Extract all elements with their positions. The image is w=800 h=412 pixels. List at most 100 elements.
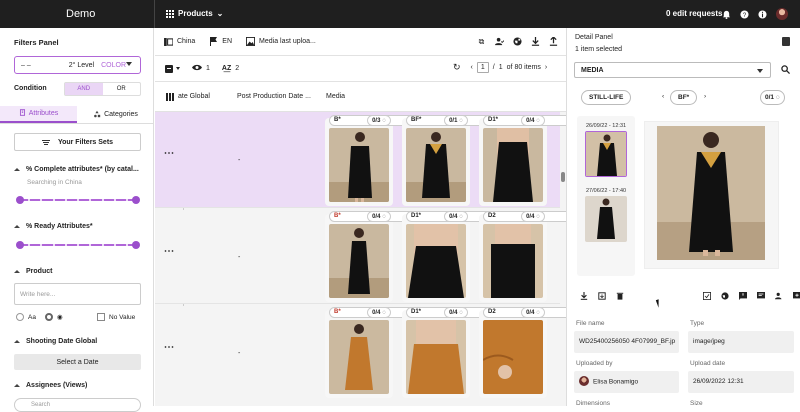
tab-attributes[interactable]: Attributes xyxy=(0,106,77,123)
media-preview[interactable] xyxy=(644,121,779,269)
assignees-section[interactable]: Assignees (Views) xyxy=(14,382,87,389)
media-card[interactable]: D1* 0/4 ◌ xyxy=(402,211,560,302)
edit-requests[interactable]: 0 edit requests xyxy=(666,9,722,18)
media-card[interactable]: D2 0/4 ◌ xyxy=(479,307,637,398)
ready-attributes-slider[interactable] xyxy=(16,241,140,249)
filters-sets-button[interactable]: Your Filters Sets xyxy=(14,133,141,151)
upload-date-label: Upload date xyxy=(690,360,726,367)
condition-and-button[interactable]: AND xyxy=(65,83,103,95)
user-avatar[interactable] xyxy=(776,8,788,20)
case-sensitive-radio[interactable] xyxy=(16,313,24,321)
prev-page-icon[interactable]: ‹ xyxy=(471,64,473,71)
detail-panel-title: Detail Panel xyxy=(575,34,613,41)
country-selector[interactable]: China xyxy=(164,37,195,46)
globe-icon[interactable] xyxy=(513,37,522,46)
product-input[interactable]: Write here... xyxy=(14,283,141,305)
post-production-cell: - xyxy=(238,157,241,164)
select-all-dropdown[interactable] xyxy=(165,64,180,73)
add-comment-icon[interactable] xyxy=(793,292,800,302)
search-icon[interactable] xyxy=(781,65,790,76)
chevron-up-icon xyxy=(14,384,20,387)
next-page-icon[interactable]: › xyxy=(545,64,547,71)
report-icon[interactable] xyxy=(739,292,747,302)
comment-icon[interactable] xyxy=(757,292,765,302)
thumbnail[interactable] xyxy=(585,196,627,242)
media-card[interactable]: B* 0/4 ◌ xyxy=(325,307,483,398)
media-type-select[interactable]: MEDIA xyxy=(574,62,771,78)
assignees-search-input[interactable]: Search xyxy=(14,398,141,412)
product-section[interactable]: Product xyxy=(14,268,52,275)
media-card[interactable]: B* 0/4 ◌ xyxy=(325,211,483,302)
media-card[interactable]: BF* 0/1 ◌ xyxy=(402,115,560,206)
slider-max-handle[interactable] xyxy=(132,196,140,204)
exact-match-radio[interactable] xyxy=(44,313,53,321)
delete-icon[interactable] xyxy=(616,292,624,302)
table-row[interactable]: ⋮ - B* 0/3 ◌ BF* 0/1 ◌ D1* 0/4 ◌ xyxy=(155,112,637,208)
slider-min-handle[interactable] xyxy=(16,196,24,204)
row-menu-icon[interactable]: ⋮ xyxy=(163,246,174,255)
table-scrollbar[interactable] xyxy=(561,112,565,406)
complete-attributes-slider[interactable] xyxy=(16,196,140,204)
views-counter[interactable]: 1 xyxy=(192,64,210,73)
notifications-bell-icon[interactable] xyxy=(722,10,731,19)
media-card[interactable]: D2 0/4 ◌ xyxy=(479,211,637,302)
level-color-select[interactable]: – – 2° Level COLOR xyxy=(14,56,141,74)
still-life-pill[interactable]: STILL-LIFE xyxy=(581,90,632,105)
scrollbar-thumb[interactable] xyxy=(561,172,565,182)
assign-user-icon[interactable] xyxy=(495,37,504,46)
column-settings-icon[interactable] xyxy=(166,93,174,103)
refresh-icon[interactable]: ↻ xyxy=(453,62,461,73)
download-icon[interactable] xyxy=(531,37,540,46)
shot-count: 0/1 xyxy=(765,94,775,101)
shot-tag-pill[interactable]: BF* xyxy=(670,90,698,105)
media-card[interactable]: B* 0/3 ◌ xyxy=(325,115,483,206)
column-header-shooting[interactable]: ate Global xyxy=(178,93,210,100)
help-icon[interactable]: ? xyxy=(740,9,749,19)
products-nav-button[interactable]: Products ⌄ xyxy=(166,9,223,18)
language-selector[interactable]: EN xyxy=(209,37,232,46)
media-card[interactable]: D1* 0/4 ◌ xyxy=(479,115,637,206)
post-production-cell: - xyxy=(238,254,241,261)
table-row[interactable]: ⋮ - B* 0/4 ◌ D1* 0/4 ◌ D2 0/4 ◌ xyxy=(155,210,637,304)
sort-counter[interactable]: A͟Z 2 xyxy=(222,65,239,72)
row-menu-icon[interactable]: ⋮ xyxy=(163,342,174,351)
globe-icon[interactable] xyxy=(721,292,729,302)
progress-ring-icon: ◌ xyxy=(536,213,540,220)
upload-icon[interactable] xyxy=(549,37,558,46)
media-sort-selector[interactable]: Media last uploa... xyxy=(246,37,316,46)
detail-panel-subtitle: 1 item selected xyxy=(575,46,623,53)
select-date-button[interactable]: Select a Date xyxy=(14,354,141,370)
thumbnail-selected[interactable] xyxy=(585,131,627,177)
download-icon[interactable] xyxy=(580,292,588,302)
column-header-post-production[interactable]: Post Production Date ... xyxy=(237,93,311,100)
slider-min-handle[interactable] xyxy=(16,241,24,249)
table-row[interactable]: ⋮ - B* 0/4 ◌ D1* 0/4 ◌ D2 0/4 ◌ xyxy=(155,306,637,406)
page-number-input[interactable]: 1 xyxy=(476,62,489,73)
info-icon[interactable] xyxy=(758,9,767,19)
assign-user-icon[interactable] xyxy=(775,292,783,302)
document-icon[interactable] xyxy=(782,37,790,46)
uploaded-by-field: Elisa Bonamigo xyxy=(574,371,679,393)
column-header-media[interactable]: Media xyxy=(326,93,345,100)
thumbnail-date: 26/09/22 - 12:31 xyxy=(586,123,627,129)
tab-categories-label: Categories xyxy=(104,111,138,118)
approve-icon[interactable] xyxy=(703,292,711,302)
condition-or-button[interactable]: OR xyxy=(103,83,141,95)
media-card[interactable]: D1* 0/4 ◌ xyxy=(402,307,560,398)
ready-attributes-section[interactable]: % Ready Attributes* xyxy=(14,223,93,230)
compare-icon[interactable]: ⧉ xyxy=(477,37,486,46)
shot-count-pill: 0/1 ◌ xyxy=(760,90,785,105)
prev-shot-icon[interactable]: ‹ xyxy=(662,93,664,100)
slider-max-handle[interactable] xyxy=(132,241,140,249)
replace-file-icon[interactable] xyxy=(598,292,606,302)
tab-categories[interactable]: Categories xyxy=(77,106,154,123)
product-label: Product xyxy=(26,268,53,275)
complete-attributes-section[interactable]: % Complete attributes* (by catal... xyxy=(14,166,139,173)
chevron-up-icon xyxy=(14,340,20,343)
shooting-date-section[interactable]: Shooting Date Global xyxy=(14,338,97,345)
row-menu-icon[interactable]: ⋮ xyxy=(163,148,174,157)
next-shot-icon[interactable]: › xyxy=(704,93,706,100)
page-separator: / xyxy=(492,64,495,71)
no-value-checkbox[interactable] xyxy=(97,313,105,321)
flag-icon xyxy=(209,37,218,46)
